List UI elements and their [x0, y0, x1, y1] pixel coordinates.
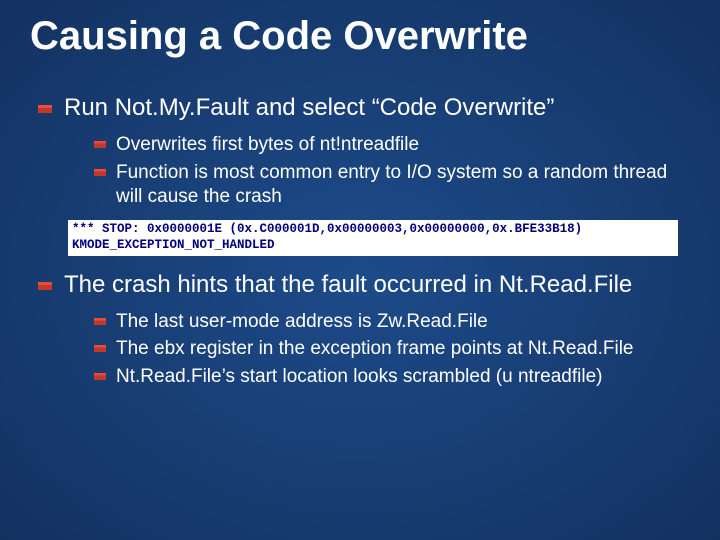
bullet-icon	[38, 102, 52, 116]
list-item-text: Run Not.My.Fault and select “Code Overwr…	[64, 94, 554, 121]
slide-title: Causing a Code Overwrite	[30, 14, 690, 59]
bullet-list-sub: Overwrites first bytes of nt!ntreadfile …	[94, 133, 690, 208]
bullet-icon	[38, 279, 52, 293]
list-item: Nt.Read.File’s start location looks scra…	[94, 365, 690, 389]
list-item-text: The last user-mode address is Zw.Read.Fi…	[116, 311, 488, 332]
code-line: *** STOP: 0x0000001E (0x.C000001D,0x0000…	[72, 222, 582, 236]
list-item-text: Overwrites first bytes of nt!ntreadfile	[116, 134, 419, 155]
code-block: *** STOP: 0x0000001E (0x.C000001D,0x0000…	[68, 220, 690, 255]
list-item-text: The crash hints that the fault occurred …	[64, 271, 632, 298]
bullet-icon	[94, 138, 106, 150]
list-item-text: Function is most common entry to I/O sys…	[116, 162, 667, 207]
list-item-text: The ebx register in the exception frame …	[116, 338, 633, 359]
list-item: Function is most common entry to I/O sys…	[94, 161, 690, 209]
bullet-icon	[94, 342, 106, 354]
list-item: The crash hints that the fault occurred …	[38, 270, 690, 389]
bullet-list-sub: The last user-mode address is Zw.Read.Fi…	[94, 310, 690, 389]
bullet-icon	[94, 370, 106, 382]
slide: Causing a Code Overwrite Run Not.My.Faul…	[0, 0, 720, 540]
bullet-list-top: Run Not.My.Fault and select “Code Overwr…	[38, 93, 690, 208]
code-text: *** STOP: 0x0000001E (0x.C000001D,0x0000…	[68, 220, 678, 255]
bullet-icon	[94, 315, 106, 327]
list-item: Overwrites first bytes of nt!ntreadfile	[94, 133, 690, 157]
list-item: The last user-mode address is Zw.Read.Fi…	[94, 310, 690, 334]
list-item: The ebx register in the exception frame …	[94, 337, 690, 361]
bullet-list-bottom: The crash hints that the fault occurred …	[38, 270, 690, 389]
code-line: KMODE_EXCEPTION_NOT_HANDLED	[72, 238, 275, 252]
list-item-text: Nt.Read.File’s start location looks scra…	[116, 366, 602, 387]
list-item: Run Not.My.Fault and select “Code Overwr…	[38, 93, 690, 208]
bullet-icon	[94, 166, 106, 178]
